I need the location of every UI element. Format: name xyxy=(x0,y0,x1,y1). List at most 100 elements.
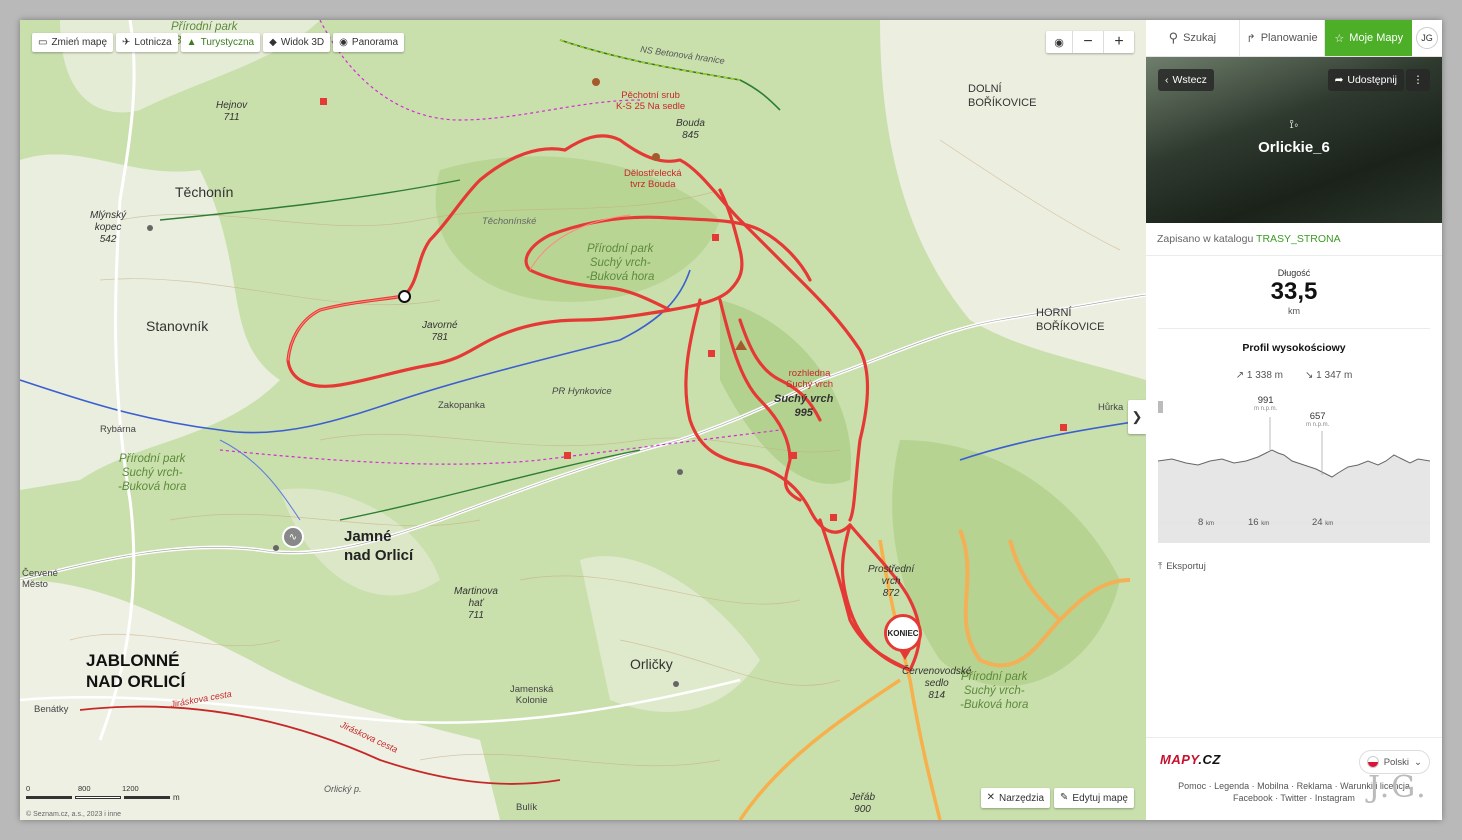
label-park-center: Přírodní park Suchý vrch- -Buková hora xyxy=(586,243,655,283)
profile-tick-16: 16 km xyxy=(1248,517,1269,528)
mountain-icon: ▲ xyxy=(186,36,197,48)
route-poi-marker[interactable]: ∿ xyxy=(282,526,304,548)
end-marker-label: KONIEC xyxy=(887,628,919,638)
label-benatky: Benátky xyxy=(34,704,69,715)
label-suchy-vrch: Suchý vrch 995 xyxy=(774,393,834,419)
catalog-prefix: Zapisano w katalogu xyxy=(1157,233,1254,245)
locate-button[interactable]: ◉ xyxy=(1046,31,1072,53)
cube-icon: ◆ xyxy=(269,36,277,48)
label-zakopanka: Zakopanka xyxy=(438,400,486,411)
route-end-marker[interactable]: KONIEC xyxy=(884,614,922,660)
tick-unit: km xyxy=(1261,521,1270,527)
length-unit: km xyxy=(1288,306,1300,316)
search-tab-label: Szukaj xyxy=(1183,32,1217,44)
catalog-info: Zapisano w katalogu TRASY_STRONA xyxy=(1146,223,1442,256)
mapy-logo[interactable]: MAPY.CZ xyxy=(1160,752,1221,767)
wrench-icon: ✕ xyxy=(986,792,995,803)
search-tab[interactable]: ⚲ Szukaj xyxy=(1146,20,1240,56)
label-bulik: Bulík xyxy=(516,802,538,813)
label-mlynsky: Mlýnský kopec 542 xyxy=(90,210,127,245)
panel-toggle-button[interactable]: ❯ xyxy=(1128,400,1146,434)
view-3d-button[interactable]: ◆ Widok 3D xyxy=(263,33,331,52)
label-rybarna: Rybárna xyxy=(100,424,136,435)
label-cervene-mesto: Červené Město xyxy=(22,568,58,590)
label-stanovnik: Stanovník xyxy=(146,318,209,334)
profile-peak-2: 657 m n.p.m. xyxy=(1306,411,1329,428)
layers-icon: ▭ xyxy=(38,36,48,48)
export-button[interactable]: ⤒ Eksportuj xyxy=(1158,561,1442,572)
chevron-right-icon: ❯ xyxy=(1131,409,1143,424)
zoom-in-button[interactable]: + xyxy=(1103,31,1134,53)
my-maps-label: Moje Mapy xyxy=(1349,32,1404,44)
length-value: 33,5 xyxy=(1270,278,1318,305)
flag-icon xyxy=(1366,756,1379,768)
route-icon: ∿ xyxy=(288,531,298,543)
route-header: ‹ Wstecz ➦ Udostępnij ⋮ ⟟∘ Orlickie_6 xyxy=(1146,57,1442,223)
back-button[interactable]: ‹ Wstecz xyxy=(1158,69,1214,91)
label-jablonne: JABLONNÉ NAD ORLICÍ xyxy=(86,651,186,691)
zoom-controls: ◉ − + xyxy=(1046,31,1134,53)
share-button[interactable]: ➦ Udostępnij xyxy=(1327,69,1404,91)
label-rozhledna: rozhledna Suchý vrch xyxy=(786,368,833,390)
route-title: Orlickie_6 xyxy=(1258,139,1330,156)
ascent-value: 1 338 m xyxy=(1246,370,1283,381)
edit-map-label: Edytuj mapę xyxy=(1072,792,1128,804)
change-map-button[interactable]: ▭ Zmień mapę xyxy=(32,33,114,52)
profile-tick-8: 8 km xyxy=(1198,517,1214,528)
language-label: Polski xyxy=(1383,756,1410,768)
label-techonin: Těchonín xyxy=(175,184,234,200)
plane-icon: ✈ xyxy=(122,36,131,48)
more-options-button[interactable]: ⋮ xyxy=(1406,69,1430,91)
descent: ↘ 1 347 m xyxy=(1305,370,1352,381)
user-menu[interactable]: JG xyxy=(1412,20,1442,56)
export-icon: ⤒ xyxy=(1158,561,1163,572)
label-park-left: Přírodní park Suchý vrch- -Buková hora xyxy=(118,453,187,493)
scale-tick-1: 800 xyxy=(78,784,91,793)
view-3d-label: Widok 3D xyxy=(280,37,325,48)
tools-label: Narzędzia xyxy=(998,792,1045,804)
arrow-down-right-icon: ↘ xyxy=(1305,370,1314,381)
catalog-link[interactable]: TRASY_STRONA xyxy=(1256,233,1341,245)
profile-peak-2-unit: m n.p.m. xyxy=(1306,422,1330,428)
label-prostredni: Prostřední vrch 872 xyxy=(868,564,915,599)
route-plan-icon: ↱ xyxy=(1246,32,1256,45)
panorama-button[interactable]: ◉ Panorama xyxy=(333,33,405,52)
planning-tab[interactable]: ↱ Planowanie xyxy=(1240,20,1326,56)
label-hejnov: Hejnov 711 xyxy=(216,100,248,123)
my-maps-tab[interactable]: ☆ Moje Mapy xyxy=(1325,20,1413,56)
star-icon: ☆ xyxy=(1334,32,1345,45)
tourist-map-button[interactable]: ▲ Turystyczna xyxy=(180,33,261,52)
elevation-profile[interactable]: 991 m n.p.m. 657 m n.p.m. 8 km 16 km 24 … xyxy=(1157,393,1431,543)
eye-icon: ◉ xyxy=(339,36,348,48)
label-orlicky-potok: Orlický p. xyxy=(324,784,362,794)
label-orlicky: Orličky xyxy=(630,656,673,672)
elevation-summary: ↗ 1 338 m ↘ 1 347 m xyxy=(1146,370,1442,381)
profile-peak-1-value: 991 xyxy=(1257,395,1274,406)
map-canvas[interactable]: Těchonín Stanovník Jamné nad Orlicí JABL… xyxy=(20,20,1146,820)
tick-unit: km xyxy=(1205,521,1214,527)
tools-button[interactable]: ✕ Narzędzia xyxy=(980,788,1051,808)
label-techoninske: Těchonínské xyxy=(482,216,537,227)
label-javorne: Javorné 781 xyxy=(422,320,458,343)
edit-map-button[interactable]: ✎ Edytuj mapę xyxy=(1054,788,1134,808)
aerial-map-button[interactable]: ✈ Lotnicza xyxy=(116,33,178,52)
scale-unit: m xyxy=(173,793,180,802)
aerial-label: Lotnicza xyxy=(134,37,172,48)
scale-tick-2: 1200 xyxy=(122,784,139,793)
profile-peak-1: 991 m n.p.m. xyxy=(1254,395,1277,412)
tick-value: 24 xyxy=(1312,517,1323,528)
export-label: Eksportuj xyxy=(1166,561,1206,572)
share-label: Udostępnij xyxy=(1347,74,1397,86)
route-icon: ⟟∘ xyxy=(1289,117,1299,131)
zoom-out-button[interactable]: − xyxy=(1072,31,1103,53)
back-label: Wstecz xyxy=(1172,74,1207,86)
map-bottom-tools: ✕ Narzędzia ✎ Edytuj mapę xyxy=(980,788,1134,808)
top-navigation: ⚲ Szukaj ↱ Planowanie ☆ Moje Mapy JG xyxy=(1146,20,1442,57)
label-jamenska: Jamenská Kolonie xyxy=(510,684,554,706)
panorama-label: Panorama xyxy=(351,37,399,48)
route-start-marker[interactable] xyxy=(398,290,411,303)
map-copyright: © Seznam.cz, a.s., 2023 i inne xyxy=(26,811,122,818)
length-label: Długość xyxy=(1277,268,1311,278)
label-pr-hynkovice: PR Hynkovice xyxy=(552,386,612,397)
label-cervenovodske: Červenovodské sedlo 814 xyxy=(902,666,972,701)
